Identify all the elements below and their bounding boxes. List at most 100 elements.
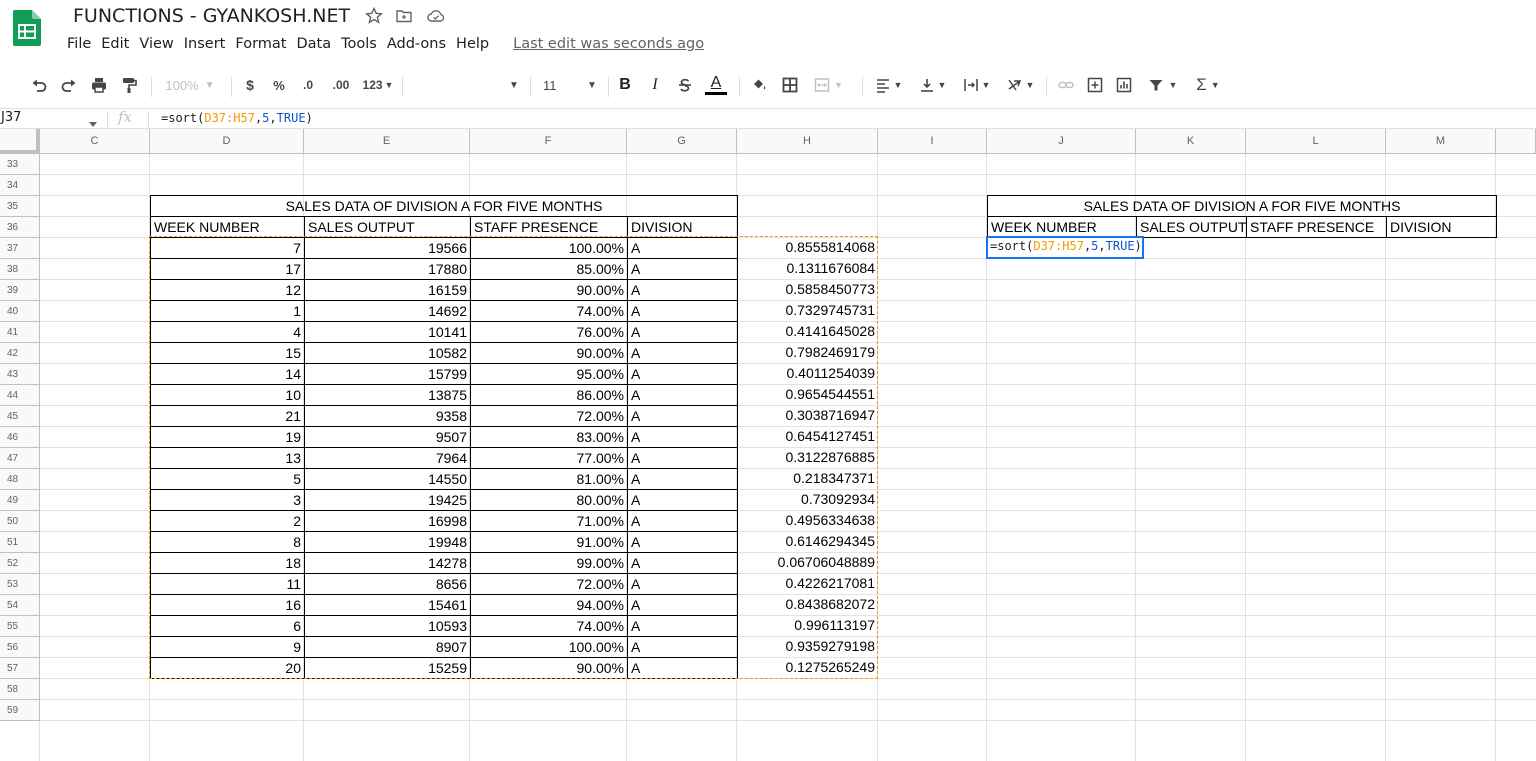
select-all-corner[interactable] (0, 129, 40, 154)
row-header-36[interactable]: 36 (0, 217, 40, 238)
table-cell-staff[interactable]: 95.00% (470, 363, 628, 385)
left-table-header[interactable]: SALES OUTPUT (304, 216, 471, 238)
functions-icon[interactable]: Σ ▼ (1188, 72, 1228, 98)
active-cell-editor[interactable]: =sort(D37:H57,5,TRUE) (986, 236, 1144, 259)
table-cell-staff[interactable]: 90.00% (470, 279, 628, 301)
table-cell-sales[interactable]: 8656 (304, 573, 471, 595)
table-cell-division[interactable]: A (627, 426, 738, 448)
table-cell-sales[interactable]: 16159 (304, 279, 471, 301)
table-cell-week[interactable]: 15 (150, 342, 305, 364)
menu-data[interactable]: Data (291, 34, 336, 54)
table-cell-division[interactable]: A (627, 405, 738, 427)
table-cell-week[interactable]: 20 (150, 657, 305, 679)
table-cell-division[interactable]: A (627, 363, 738, 385)
row-header-34[interactable]: 34 (0, 175, 40, 196)
table-cell-week[interactable]: 1 (150, 300, 305, 322)
table-cell-week[interactable]: 2 (150, 510, 305, 532)
merge-cells-icon[interactable]: ▼ (808, 72, 848, 98)
right-table-header[interactable]: DIVISION (1386, 216, 1497, 238)
last-edit-link[interactable]: Last edit was seconds ago (508, 34, 709, 54)
table-cell-random[interactable]: 0.6146294345 (737, 531, 878, 552)
table-cell-sales[interactable]: 16998 (304, 510, 471, 532)
table-cell-staff[interactable]: 100.00% (470, 237, 628, 259)
cloud-status-icon[interactable] (426, 6, 446, 26)
table-cell-staff[interactable]: 94.00% (470, 594, 628, 616)
font-size-select[interactable]: 11 ▼ (538, 72, 602, 98)
row-header-43[interactable]: 43 (0, 364, 40, 385)
table-cell-sales[interactable]: 10141 (304, 321, 471, 343)
insert-chart-icon[interactable] (1112, 72, 1136, 98)
table-cell-week[interactable]: 3 (150, 489, 305, 511)
table-cell-sales[interactable]: 8907 (304, 636, 471, 658)
table-cell-sales[interactable]: 9358 (304, 405, 471, 427)
table-cell-week[interactable]: 8 (150, 531, 305, 553)
table-cell-sales[interactable]: 10593 (304, 615, 471, 637)
format-percent-button[interactable]: % (268, 72, 290, 98)
row-header-53[interactable]: 53 (0, 574, 40, 595)
text-rotation-icon[interactable]: ▼ (1000, 72, 1040, 98)
table-cell-week[interactable]: 9 (150, 636, 305, 658)
table-cell-random[interactable]: 0.5858450773 (737, 279, 878, 300)
menu-add-ons[interactable]: Add-ons (382, 34, 451, 54)
paint-format-icon[interactable] (117, 72, 141, 98)
horizontal-align-icon[interactable]: ▼ (868, 72, 908, 98)
table-cell-staff[interactable]: 80.00% (470, 489, 628, 511)
row-header-33[interactable]: 33 (0, 154, 40, 175)
row-header-57[interactable]: 57 (0, 658, 40, 679)
row-header-38[interactable]: 38 (0, 259, 40, 280)
table-cell-sales[interactable]: 14550 (304, 468, 471, 490)
table-cell-sales[interactable]: 13875 (304, 384, 471, 406)
table-cell-week[interactable]: 17 (150, 258, 305, 280)
table-cell-division[interactable]: A (627, 237, 738, 259)
table-cell-random[interactable]: 0.8555814068 (737, 237, 878, 258)
menu-insert[interactable]: Insert (179, 34, 231, 54)
table-cell-staff[interactable]: 71.00% (470, 510, 628, 532)
table-cell-sales[interactable]: 15259 (304, 657, 471, 679)
row-header-41[interactable]: 41 (0, 322, 40, 343)
insert-link-icon[interactable] (1054, 72, 1078, 98)
table-cell-staff[interactable]: 76.00% (470, 321, 628, 343)
move-to-folder-icon[interactable] (394, 6, 414, 26)
table-cell-staff[interactable]: 90.00% (470, 342, 628, 364)
table-cell-random[interactable]: 0.4011254039 (737, 363, 878, 384)
table-cell-division[interactable]: A (627, 468, 738, 490)
table-cell-sales[interactable]: 7964 (304, 447, 471, 469)
row-header-52[interactable]: 52 (0, 553, 40, 574)
column-header-c[interactable]: C (40, 129, 150, 154)
row-header-37[interactable]: 37 (0, 238, 40, 259)
menu-help[interactable]: Help (451, 34, 494, 54)
column-header-g[interactable]: G (627, 129, 737, 154)
table-cell-random[interactable]: 0.6454127451 (737, 426, 878, 447)
row-header-49[interactable]: 49 (0, 490, 40, 511)
insert-comment-icon[interactable] (1083, 72, 1107, 98)
table-cell-week[interactable]: 14 (150, 363, 305, 385)
star-icon[interactable] (364, 6, 384, 26)
italic-button[interactable]: I (644, 72, 666, 98)
undo-icon[interactable] (27, 72, 51, 98)
column-header-d[interactable]: D (150, 129, 304, 154)
table-cell-week[interactable]: 16 (150, 594, 305, 616)
row-header-50[interactable]: 50 (0, 511, 40, 532)
column-header-h[interactable]: H (737, 129, 878, 154)
table-cell-week[interactable]: 19 (150, 426, 305, 448)
table-cell-random[interactable]: 0.7329745731 (737, 300, 878, 321)
row-header-39[interactable]: 39 (0, 280, 40, 301)
table-cell-staff[interactable]: 100.00% (470, 636, 628, 658)
table-cell-random[interactable]: 0.3038716947 (737, 405, 878, 426)
table-cell-staff[interactable]: 99.00% (470, 552, 628, 574)
print-icon[interactable] (87, 72, 111, 98)
sheets-logo-icon[interactable] (13, 10, 41, 46)
table-cell-random[interactable]: 0.06706048889 (737, 552, 878, 573)
increase-decimal-button[interactable]: .00 (326, 72, 356, 98)
table-cell-week[interactable]: 11 (150, 573, 305, 595)
table-cell-division[interactable]: A (627, 321, 738, 343)
borders-icon[interactable] (778, 72, 802, 98)
menu-format[interactable]: Format (230, 34, 291, 54)
row-header-45[interactable]: 45 (0, 406, 40, 427)
column-header-e[interactable]: E (304, 129, 470, 154)
table-cell-random[interactable]: 0.996113197 (737, 615, 878, 636)
table-cell-sales[interactable]: 14692 (304, 300, 471, 322)
table-cell-division[interactable]: A (627, 657, 738, 679)
table-cell-division[interactable]: A (627, 258, 738, 280)
left-table-title[interactable]: SALES DATA OF DIVISION A FOR FIVE MONTHS (150, 195, 738, 217)
